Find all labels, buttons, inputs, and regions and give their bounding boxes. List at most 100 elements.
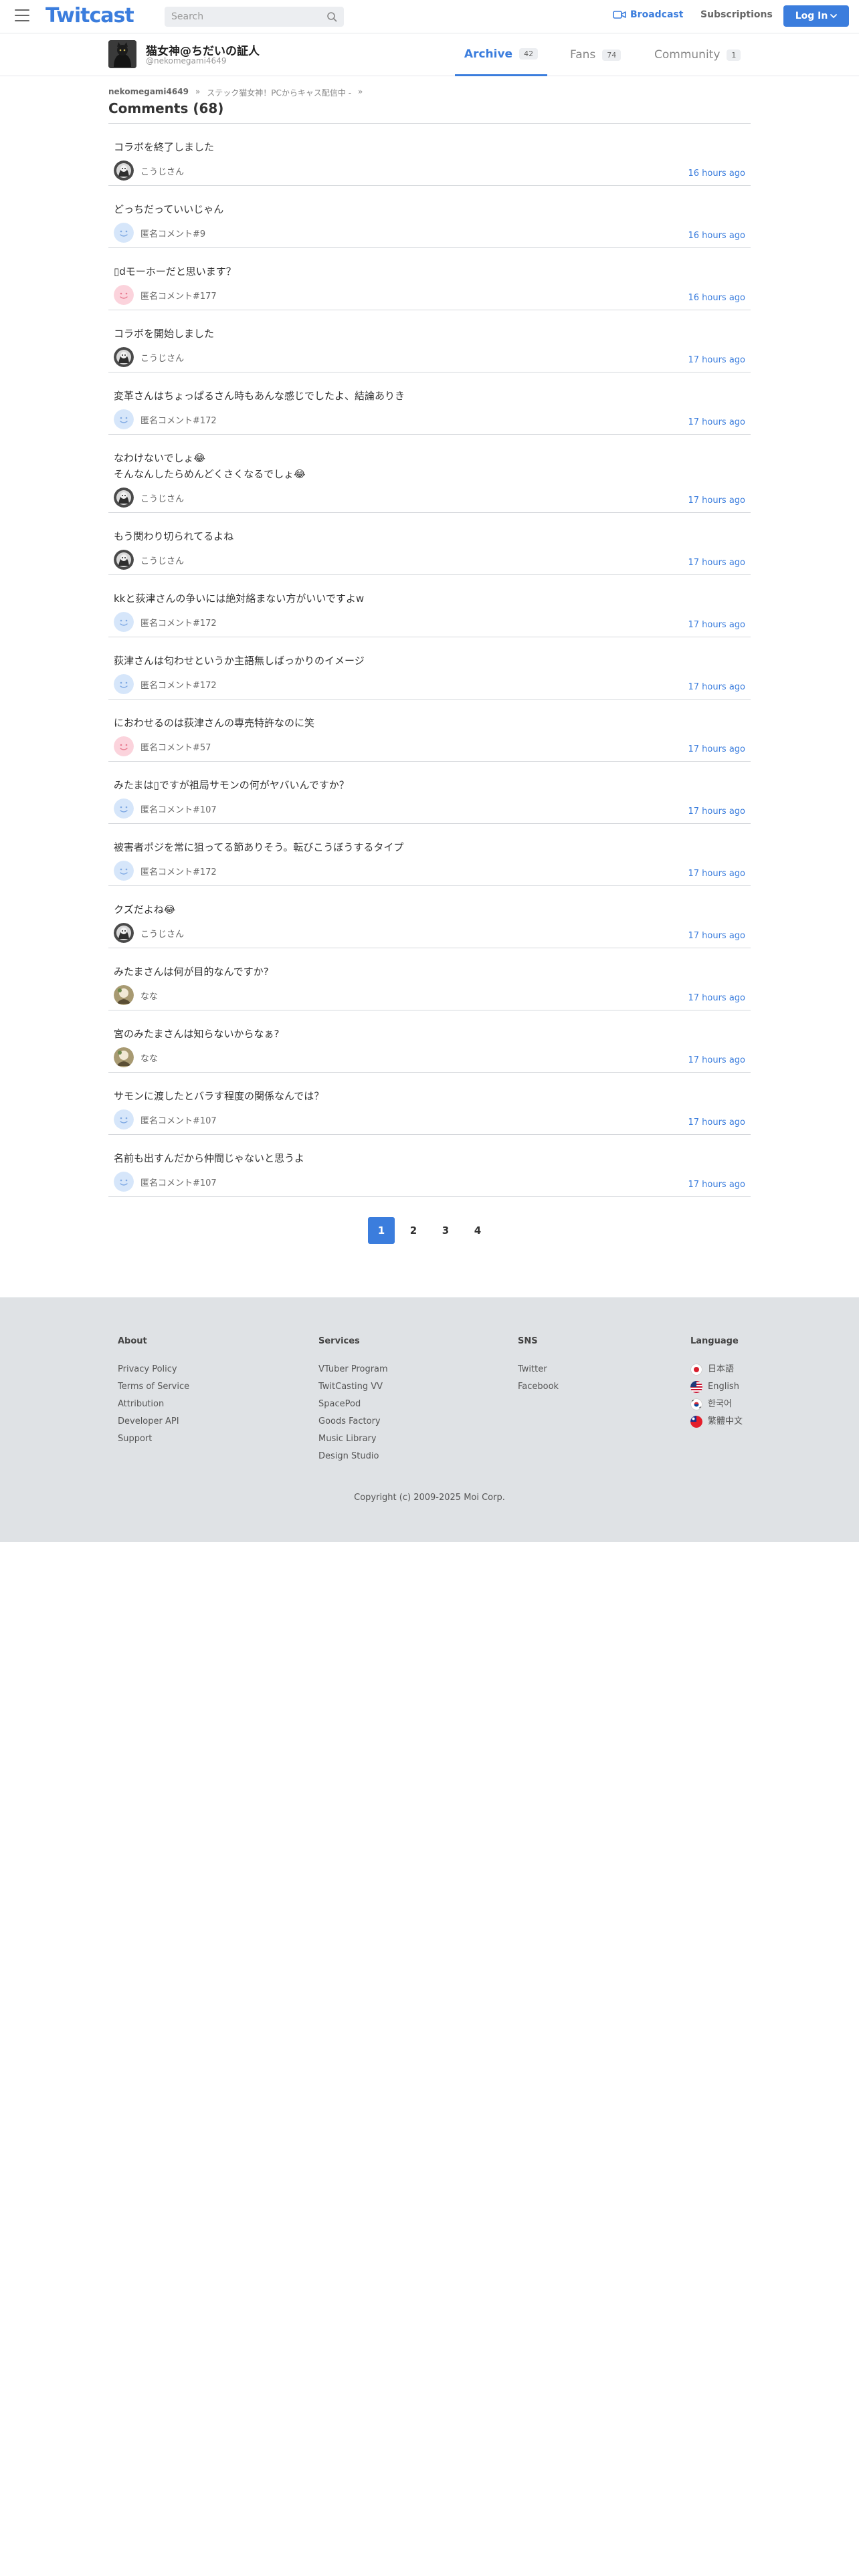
- comment-timestamp[interactable]: 17 hours ago: [688, 931, 745, 941]
- comment-author-name[interactable]: こうじさん: [140, 165, 184, 177]
- menu-icon[interactable]: [15, 9, 29, 23]
- footer-link-developer-api[interactable]: Developer API: [118, 1413, 189, 1430]
- comment-avatar[interactable]: [114, 160, 134, 181]
- comment-avatar[interactable]: [114, 674, 134, 694]
- comment-author[interactable]: こうじさん: [114, 347, 184, 367]
- comment-author[interactable]: こうじさん: [114, 550, 184, 570]
- comment-timestamp[interactable]: 16 hours ago: [688, 231, 745, 241]
- comment-avatar[interactable]: [114, 1047, 134, 1067]
- comment-author-name[interactable]: こうじさん: [140, 927, 184, 940]
- tab-fans[interactable]: Fans 74: [570, 33, 622, 76]
- comment-author-name[interactable]: こうじさん: [140, 554, 184, 566]
- comment-timestamp[interactable]: 17 hours ago: [688, 993, 745, 1003]
- footer-link-spacepod[interactable]: SpacePod: [318, 1396, 388, 1413]
- comment-author-name[interactable]: こうじさん: [140, 492, 184, 504]
- comment-author[interactable]: 匿名コメント#172: [114, 612, 217, 632]
- comment-author-name[interactable]: 匿名コメント#172: [140, 616, 217, 629]
- comment-author[interactable]: 匿名コメント#172: [114, 409, 217, 429]
- comment-avatar[interactable]: [114, 488, 134, 508]
- comment-author[interactable]: 匿名コメント#57: [114, 736, 211, 756]
- comment-author-name[interactable]: 匿名コメント#107: [140, 1113, 217, 1126]
- footer-link-music-library[interactable]: Music Library: [318, 1430, 388, 1448]
- comment-timestamp[interactable]: 17 hours ago: [688, 1180, 745, 1190]
- comment-author[interactable]: 匿名コメント#172: [114, 861, 217, 881]
- comment-author-name[interactable]: 匿名コメント#57: [140, 740, 211, 753]
- comment-avatar[interactable]: [114, 923, 134, 943]
- comment-timestamp[interactable]: 17 hours ago: [688, 417, 745, 427]
- comment-author-name[interactable]: こうじさん: [140, 351, 184, 364]
- comment-avatar[interactable]: [114, 1172, 134, 1192]
- comment-timestamp[interactable]: 17 hours ago: [688, 1117, 745, 1128]
- comment-author[interactable]: 匿名コメント#107: [114, 1172, 217, 1192]
- comment-author[interactable]: こうじさん: [114, 923, 184, 943]
- comment-avatar[interactable]: [114, 1109, 134, 1130]
- comment-author[interactable]: なな: [114, 1047, 158, 1067]
- footer-link-terms[interactable]: Terms of Service: [118, 1378, 189, 1396]
- comment-timestamp[interactable]: 17 hours ago: [688, 355, 745, 365]
- footer-link-vtuber[interactable]: VTuber Program: [318, 1361, 388, 1378]
- page-button-2[interactable]: 2: [400, 1217, 427, 1244]
- language-korean[interactable]: 한국어: [690, 1396, 743, 1413]
- comment-author-name[interactable]: 匿名コメント#177: [140, 289, 217, 302]
- footer-link-attribution[interactable]: Attribution: [118, 1396, 189, 1413]
- comment-author-name[interactable]: 匿名コメント#9: [140, 227, 205, 239]
- language-traditional-chinese[interactable]: 繁體中文: [690, 1413, 743, 1430]
- comment-author[interactable]: 匿名コメント#172: [114, 674, 217, 694]
- comment-avatar[interactable]: [114, 223, 134, 243]
- comment-timestamp[interactable]: 17 hours ago: [688, 496, 745, 506]
- comment-author[interactable]: 匿名コメント#177: [114, 285, 217, 305]
- comment-author-name[interactable]: 匿名コメント#172: [140, 865, 217, 877]
- language-japanese[interactable]: 日本語: [690, 1361, 743, 1378]
- footer-link-twitcasting-vv[interactable]: TwitCasting VV: [318, 1378, 388, 1396]
- comment-avatar[interactable]: [114, 861, 134, 881]
- subscriptions-link[interactable]: Subscriptions: [700, 9, 773, 20]
- page-button-1[interactable]: 1: [368, 1217, 395, 1244]
- comment-author[interactable]: 匿名コメント#107: [114, 798, 217, 819]
- comment-author-name[interactable]: なな: [140, 1051, 158, 1064]
- comment-timestamp[interactable]: 17 hours ago: [688, 869, 745, 879]
- page-button-3[interactable]: 3: [432, 1217, 459, 1244]
- comment-timestamp[interactable]: 16 hours ago: [688, 293, 745, 303]
- comment-author-name[interactable]: 匿名コメント#107: [140, 802, 217, 815]
- comment-avatar[interactable]: [114, 409, 134, 429]
- search-icon[interactable]: [326, 11, 337, 22]
- broadcast-button[interactable]: Broadcast: [613, 9, 683, 20]
- footer-link-design-studio[interactable]: Design Studio: [318, 1448, 388, 1465]
- comment-timestamp[interactable]: 16 hours ago: [688, 169, 745, 179]
- login-button[interactable]: Log In: [783, 5, 849, 27]
- comment-author-name[interactable]: 匿名コメント#107: [140, 1176, 217, 1188]
- comment-timestamp[interactable]: 17 hours ago: [688, 744, 745, 754]
- comment-timestamp[interactable]: 17 hours ago: [688, 682, 745, 692]
- comment-author[interactable]: なな: [114, 985, 158, 1005]
- comment-author[interactable]: 匿名コメント#9: [114, 223, 205, 243]
- user-avatar[interactable]: [108, 40, 136, 68]
- comment-avatar[interactable]: [114, 612, 134, 632]
- language-english[interactable]: English: [690, 1378, 743, 1396]
- comment-timestamp[interactable]: 17 hours ago: [688, 807, 745, 817]
- comment-avatar[interactable]: [114, 736, 134, 756]
- comment-avatar[interactable]: [114, 285, 134, 305]
- page-button-4[interactable]: 4: [464, 1217, 491, 1244]
- comment-timestamp[interactable]: 17 hours ago: [688, 620, 745, 630]
- tab-archive[interactable]: Archive 42: [455, 33, 547, 76]
- tab-community[interactable]: Community 1: [654, 33, 741, 76]
- breadcrumb-movie[interactable]: ステック猫女神！PCからキャス配信中 -: [207, 87, 351, 98]
- comment-author-name[interactable]: 匿名コメント#172: [140, 413, 217, 426]
- breadcrumb-user[interactable]: nekomegami4649: [108, 87, 189, 98]
- comment-author-name[interactable]: 匿名コメント#172: [140, 678, 217, 691]
- footer-link-facebook[interactable]: Facebook: [518, 1378, 559, 1396]
- footer-link-support[interactable]: Support: [118, 1430, 189, 1448]
- comment-avatar[interactable]: [114, 985, 134, 1005]
- site-logo[interactable]: Twitcast: [45, 4, 134, 27]
- footer-link-twitter[interactable]: Twitter: [518, 1361, 559, 1378]
- comment-author-name[interactable]: なな: [140, 989, 158, 1002]
- comment-avatar[interactable]: [114, 550, 134, 570]
- comment-timestamp[interactable]: 17 hours ago: [688, 558, 745, 568]
- comment-author[interactable]: こうじさん: [114, 488, 184, 508]
- footer-link-privacy[interactable]: Privacy Policy: [118, 1361, 189, 1378]
- comment-timestamp[interactable]: 17 hours ago: [688, 1055, 745, 1065]
- comment-avatar[interactable]: [114, 347, 134, 367]
- comment-author[interactable]: 匿名コメント#107: [114, 1109, 217, 1130]
- comment-avatar[interactable]: [114, 798, 134, 819]
- search-input[interactable]: [165, 7, 318, 27]
